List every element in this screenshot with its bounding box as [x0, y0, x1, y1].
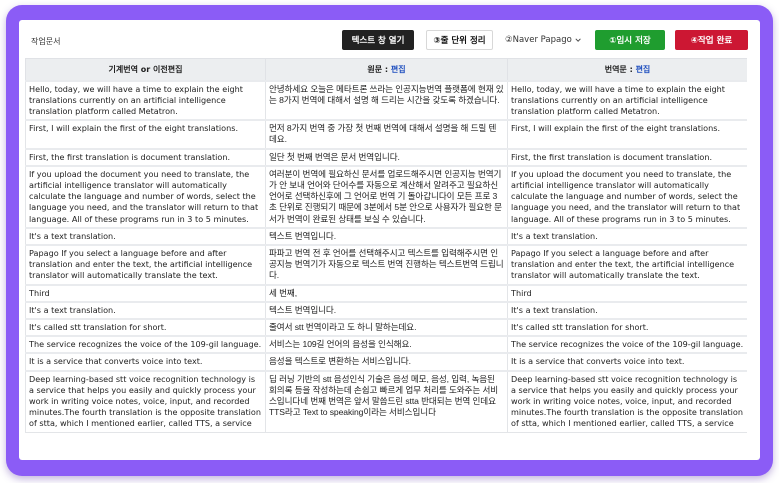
finish-button[interactable]: ④작업 완료 — [675, 30, 748, 50]
source-cell[interactable]: 일단 첫 번째 번역은 문서 번역입니다. — [265, 147, 508, 167]
translation-editor-window: 작업문서 텍스트 창 열기 ③줄 단위 정리 ②Naver Papago ①임시… — [19, 20, 760, 460]
table-row: The service recognizes the voice of the … — [25, 335, 747, 354]
machine-translation-cell: It's a text translation. — [25, 226, 266, 246]
edit-source-link[interactable]: 편집 — [391, 65, 406, 74]
table-row: It's a text translation. 텍스트 번역입니다. It's… — [25, 226, 747, 246]
target-cell[interactable]: It's a text translation. — [507, 226, 747, 246]
source-cell[interactable]: 서비스는 109길 언어의 음성을 인식해요. — [265, 335, 508, 354]
table-row: If you upload the document you need to t… — [25, 164, 747, 229]
temp-save-button[interactable]: ①임시 저장 — [595, 30, 665, 50]
machine-translation-cell: It's a text translation. — [25, 300, 266, 320]
target-cell[interactable]: Deep learning-based stt voice recognitio… — [507, 369, 747, 433]
header-target-label: 번역문 : — [604, 64, 636, 74]
target-cell[interactable]: Papago If you select a language before a… — [507, 243, 747, 286]
chevron-down-icon — [575, 38, 581, 42]
source-cell[interactable]: 파파고 번역 전 후 언어를 선택해주시고 텍스트를 입력해주시면 인공지능 번… — [265, 243, 508, 286]
source-cell[interactable]: 텍스트 번역입니다. — [265, 226, 508, 246]
toolbar: 작업문서 텍스트 창 열기 ③줄 단위 정리 ②Naver Papago ①임시… — [19, 20, 760, 56]
source-cell[interactable]: 먼저 8가지 번역 중 가장 첫 번째 번역에 대해서 설명을 해 드릴 텐데요… — [265, 119, 508, 150]
sentence-arrange-button[interactable]: ③줄 단위 정리 — [426, 30, 493, 50]
source-cell[interactable]: 안녕하세요 오늘은 메타트론 쓰라는 인공지능번역 플랫폼에 현재 있는 8가지… — [265, 79, 508, 121]
header-source: 원문 : 편집 — [265, 58, 508, 81]
table-row: Hello, today, we will have a time to exp… — [25, 79, 747, 121]
engine-select-value: ②Naver Papago — [505, 35, 572, 45]
source-cell[interactable]: 음성을 텍스트로 변환하는 서비스입니다. — [265, 352, 508, 372]
target-cell[interactable]: It's called stt translation for short. — [507, 317, 747, 337]
header-source-label: 원문 : — [367, 64, 391, 74]
table-row: Deep learning-based stt voice recognitio… — [25, 369, 747, 433]
table-row: Papago If you select a language before a… — [25, 243, 747, 286]
machine-translation-cell: Deep learning-based stt voice recognitio… — [25, 369, 266, 433]
table-body: Hello, today, we will have a time to exp… — [25, 79, 747, 433]
target-cell[interactable]: It's a text translation. — [507, 300, 747, 320]
source-cell[interactable]: 텍스트 번역입니다. — [265, 300, 508, 320]
machine-translation-cell: The service recognizes the voice of the … — [25, 335, 266, 354]
target-cell[interactable]: If you upload the document you need to t… — [507, 164, 747, 229]
translation-table-container[interactable]: 기계번역 or 이전편집 원문 : 편집 번역문 : 편집 Hello, tod… — [25, 58, 747, 460]
table-row: It's called stt translation for short. 줄… — [25, 317, 747, 337]
open-text-window-button[interactable]: 텍스트 창 열기 — [342, 30, 414, 50]
machine-translation-cell: Papago If you select a language before a… — [25, 243, 266, 286]
machine-translation-cell: First, I will explain the first of the e… — [25, 119, 266, 150]
machine-translation-cell: It is a service that converts voice into… — [25, 352, 266, 372]
document-label: 작업문서 — [31, 37, 61, 46]
table-row: It is a service that converts voice into… — [25, 352, 747, 372]
machine-translation-cell: Third — [25, 283, 266, 303]
table-row: First, I will explain the first of the e… — [25, 119, 747, 150]
table-row: First, the first translation is document… — [25, 147, 747, 167]
source-cell[interactable]: 여러분이 번역에 필요하신 문서를 업로드해주시면 인공지능 번역기가 안 보내… — [265, 164, 508, 229]
edit-target-link[interactable]: 편집 — [636, 65, 651, 74]
source-cell[interactable]: 줄여서 stt 번역이라고 도 하니 말하는데요. — [265, 317, 508, 337]
target-cell[interactable]: It is a service that converts voice into… — [507, 352, 747, 372]
translation-table: 기계번역 or 이전편집 원문 : 편집 번역문 : 편집 Hello, tod… — [25, 58, 747, 433]
target-cell[interactable]: Third — [507, 283, 747, 303]
target-cell[interactable]: First, the first translation is document… — [507, 147, 747, 167]
header-target: 번역문 : 편집 — [507, 58, 747, 81]
source-cell[interactable]: 세 번째, — [265, 283, 508, 303]
header-machine-translation: 기계번역 or 이전편집 — [25, 58, 266, 81]
machine-translation-cell: If you upload the document you need to t… — [25, 164, 266, 229]
table-row: Third 세 번째, Third — [25, 283, 747, 303]
source-cell[interactable]: 딥 러닝 기반의 stt 음성인식 기술은 음성 메모, 음성, 입력, 녹음된… — [265, 369, 508, 433]
engine-select[interactable]: ②Naver Papago — [505, 30, 581, 50]
target-cell[interactable]: Hello, today, we will have a time to exp… — [507, 79, 747, 121]
target-cell[interactable]: The service recognizes the voice of the … — [507, 335, 747, 354]
machine-translation-cell: It's called stt translation for short. — [25, 317, 266, 337]
table-row: It's a text translation. 텍스트 번역입니다. It's… — [25, 300, 747, 320]
machine-translation-cell: First, the first translation is document… — [25, 147, 266, 167]
target-cell[interactable]: First, I will explain the first of the e… — [507, 119, 747, 150]
table-header-row: 기계번역 or 이전편집 원문 : 편집 번역문 : 편집 — [25, 58, 747, 81]
machine-translation-cell: Hello, today, we will have a time to exp… — [25, 79, 266, 121]
